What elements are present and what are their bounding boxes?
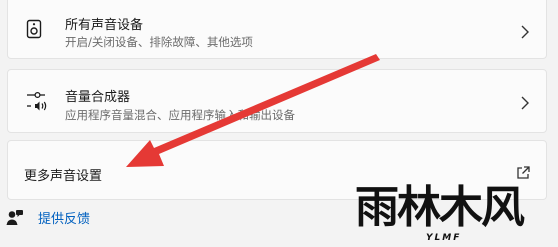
- volume-mixer-icon: [27, 91, 47, 111]
- volume-mixer-title: 音量合成器: [65, 90, 131, 105]
- chevron-right-icon: [521, 96, 529, 110]
- volume-mixer-subtitle: 应用程序音量混合、应用程序输入和输出设备: [65, 108, 295, 122]
- feedback-icon: [6, 210, 23, 225]
- watermark-logo-subtext: YLMF: [426, 233, 462, 243]
- watermark-logo-text: 雨林木风: [355, 182, 525, 233]
- all-sound-devices-subtitle: 开启/关闭设备、排除故障、其他选项: [65, 35, 253, 49]
- more-sound-settings-title: 更多声音设置: [24, 169, 103, 184]
- external-link-icon: [517, 166, 530, 179]
- speaker-icon: [26, 19, 42, 39]
- all-sound-devices-row[interactable]: 所有声音设备 开启/关闭设备、排除故障、其他选项: [7, 0, 547, 59]
- volume-mixer-row[interactable]: 音量合成器 应用程序音量混合、应用程序输入和输出设备: [7, 69, 547, 133]
- chevron-right-icon: [521, 25, 529, 39]
- feedback-label: 提供反馈: [38, 212, 91, 227]
- all-sound-devices-title: 所有声音设备: [65, 18, 144, 33]
